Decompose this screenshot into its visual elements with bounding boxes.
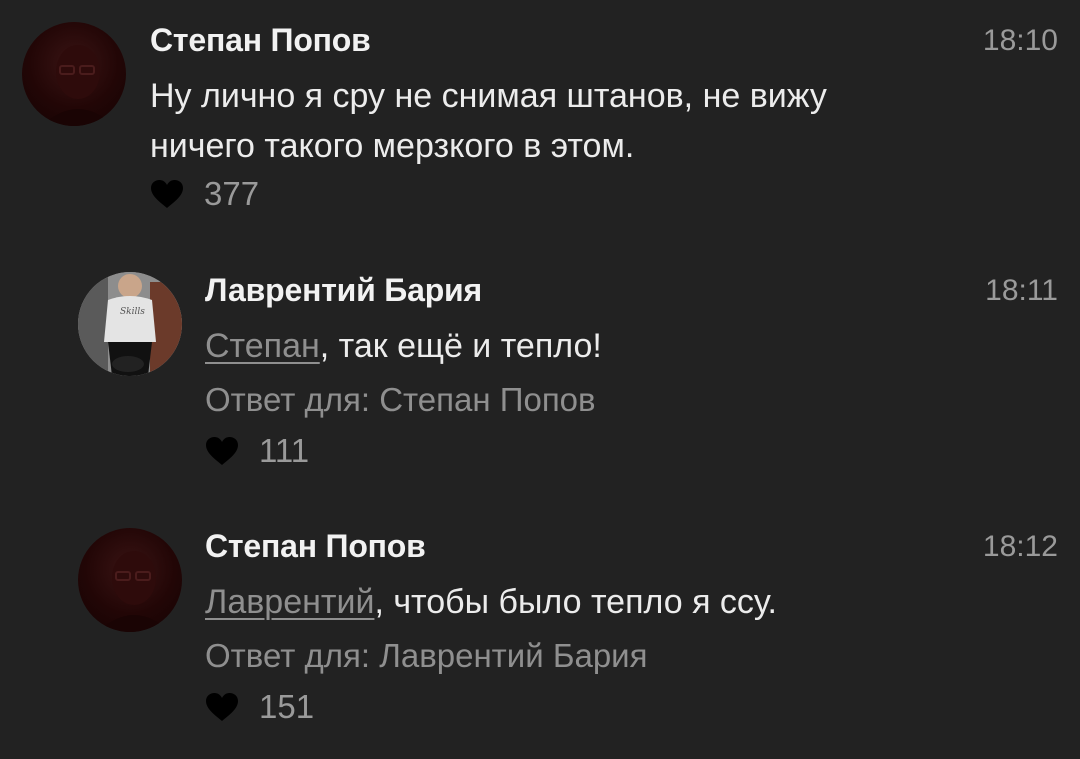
like-count: 377 [204, 175, 260, 212]
reply-to-link[interactable]: Ответ для: Степан Попов [205, 381, 596, 419]
comment-time: 18:10 [982, 24, 1058, 57]
mention-link[interactable]: Степан [205, 327, 320, 365]
comment-time: 18:11 [985, 274, 1058, 307]
svg-text:Skills: Skills [120, 307, 145, 317]
avatar[interactable] [78, 528, 182, 632]
comment-body: , чтобы было тепло я ссу. [374, 583, 777, 621]
comment-text: Лаврентий, чтобы было тепло я ссу. [205, 577, 777, 627]
like-count: 111 [259, 432, 310, 469]
comment-author[interactable]: Степан Попов [150, 22, 371, 59]
avatar[interactable] [22, 22, 126, 126]
like-button[interactable]: 111 [205, 432, 309, 470]
heart-icon [206, 437, 238, 465]
like-count: 151 [259, 688, 315, 725]
avatar[interactable]: Skills [78, 272, 182, 376]
user-photo-icon: Skills [78, 272, 182, 376]
heart-icon [151, 180, 183, 208]
comment-text-line-2: ничего такого мерзкого в этом. [150, 127, 635, 165]
comment-text-line-1: Ну лично я сру не снимая штанов, не вижу [150, 77, 827, 115]
comment-text: Степан, так ещё и тепло! [205, 321, 602, 371]
user-photo-icon [42, 45, 114, 126]
comment-time: 18:12 [982, 530, 1058, 563]
reply-to-link[interactable]: Ответ для: Лаврентий Бария [205, 637, 648, 675]
heart-icon [206, 693, 238, 721]
comment-body: , так ещё и тепло! [319, 327, 602, 365]
user-photo-icon [98, 551, 170, 632]
comment-author[interactable]: Степан Попов [205, 528, 426, 565]
comment-author[interactable]: Лаврентий Бария [205, 272, 482, 309]
like-button[interactable]: 151 [205, 688, 314, 726]
mention-link[interactable]: Лаврентий [205, 583, 374, 621]
like-button[interactable]: 377 [150, 175, 259, 213]
